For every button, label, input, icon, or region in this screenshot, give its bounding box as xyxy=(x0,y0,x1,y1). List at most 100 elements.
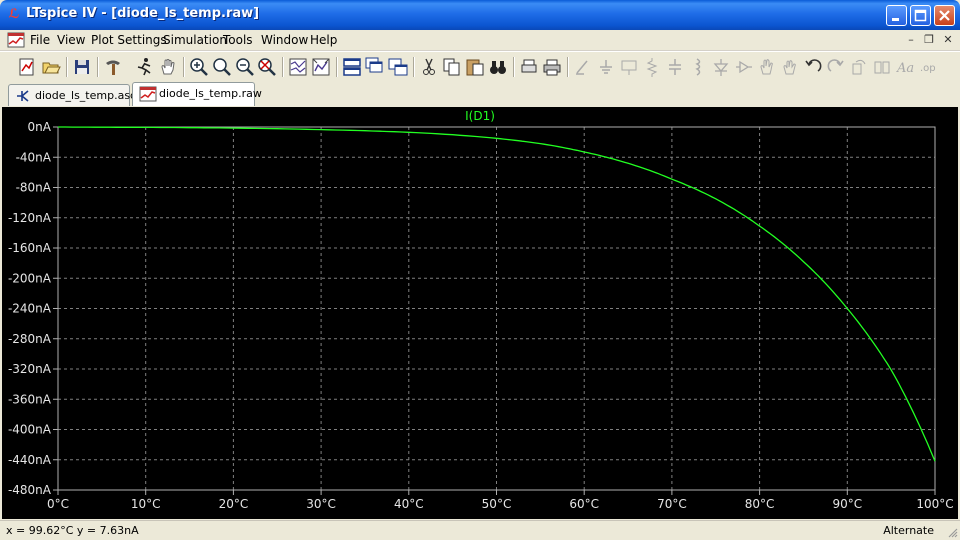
tile-vertical-icon[interactable] xyxy=(387,56,409,78)
y-tick-label: -320nA xyxy=(8,362,52,376)
trace-label[interactable]: I(D1) xyxy=(2,109,958,123)
y-tick-label: -360nA xyxy=(8,392,52,406)
close-button[interactable] xyxy=(934,5,955,26)
label-net-icon[interactable] xyxy=(618,56,640,78)
y-tick-label: -200nA xyxy=(8,271,52,285)
minimize-button[interactable] xyxy=(886,5,907,26)
mdi-minimize-button[interactable]: – xyxy=(904,33,918,47)
menu-bar: File View Plot Settings Simulation Tools… xyxy=(0,30,960,51)
menu-tools[interactable]: Tools xyxy=(223,33,253,47)
rotate-icon[interactable] xyxy=(848,56,870,78)
schematic-icon xyxy=(17,90,29,102)
x-tick-label: 60°C xyxy=(569,497,599,511)
drag-hand-icon[interactable] xyxy=(779,56,801,78)
ltspice-logo-icon: ℒ xyxy=(8,7,20,22)
zoom-area-icon[interactable] xyxy=(211,56,233,78)
find-binoculars-icon[interactable] xyxy=(487,56,509,78)
open-folder-icon[interactable] xyxy=(40,56,62,78)
toolbar-separator xyxy=(513,57,515,77)
status-mode: Alternate xyxy=(883,524,934,537)
diode-icon[interactable] xyxy=(710,56,732,78)
tab-waveform[interactable]: diode_ls_temp.raw xyxy=(132,82,262,106)
menu-view[interactable]: View xyxy=(57,33,85,47)
x-tick-label: 70°C xyxy=(657,497,687,511)
cut-icon[interactable] xyxy=(418,56,440,78)
move-hand-icon[interactable] xyxy=(756,56,778,78)
run-simulation-icon[interactable] xyxy=(133,56,155,78)
y-tick-label: -120nA xyxy=(8,211,52,225)
waveform-doc-icon xyxy=(139,86,157,102)
tab-label: diode_ls_temp.raw xyxy=(159,87,262,100)
toolbar-separator xyxy=(282,57,284,77)
draw-wire-icon[interactable] xyxy=(572,56,594,78)
mirror-icon[interactable] xyxy=(871,56,893,78)
save-icon[interactable] xyxy=(71,56,93,78)
zoom-in-icon[interactable] xyxy=(188,56,210,78)
menu-simulation[interactable]: Simulation xyxy=(163,33,227,47)
print-preview-icon[interactable] xyxy=(518,56,540,78)
y-tick-label: -40nA xyxy=(16,150,52,164)
print-icon[interactable] xyxy=(541,56,563,78)
y-tick-label: -160nA xyxy=(8,241,52,255)
waveform-doc-icon[interactable] xyxy=(7,32,25,48)
x-tick-label: 30°C xyxy=(306,497,336,511)
undo-icon[interactable] xyxy=(802,56,824,78)
waveform-chart[interactable]: 0°C 10°C 20°C 30°C 40°C 50°C 60°C 70°C 80°C 90°C 1… xyxy=(2,107,958,519)
capacitor-icon[interactable] xyxy=(664,56,686,78)
x-tick-label: 80°C xyxy=(745,497,775,511)
zoom-out-icon[interactable] xyxy=(234,56,256,78)
y-tick-label: -480nA xyxy=(8,483,52,497)
x-tick-label: 100°C xyxy=(916,497,953,511)
menu-help[interactable]: Help xyxy=(310,33,337,47)
toolbar-separator xyxy=(183,57,185,77)
x-tick-label: 20°C xyxy=(219,497,249,511)
inductor-icon[interactable] xyxy=(687,56,709,78)
resize-grip-icon[interactable] xyxy=(946,526,958,538)
x-tick-label: 50°C xyxy=(482,497,512,511)
resistor-icon[interactable] xyxy=(641,56,663,78)
status-bar: x = 99.62°C y = 7.63nA Alternate xyxy=(0,520,960,540)
svg-text:Aa: Aa xyxy=(896,61,914,76)
x-tick-label: 40°C xyxy=(394,497,424,511)
component-icon[interactable] xyxy=(733,56,755,78)
x-tick-label: 10°C xyxy=(131,497,161,511)
title-bar: ℒ LTspice IV - [diode_ls_temp.raw] xyxy=(0,0,960,30)
spice-directive-icon[interactable]: .op xyxy=(917,56,939,78)
toolbar-separator xyxy=(66,57,68,77)
y-tick-label: -280nA xyxy=(8,332,52,346)
document-tabs: diode_ls_temp.asc diode_ls_temp.raw xyxy=(0,82,960,106)
cascade-windows-icon[interactable] xyxy=(364,56,386,78)
menu-file[interactable]: File xyxy=(30,33,50,47)
cursor-coordinates: x = 99.62°C y = 7.63nA xyxy=(6,524,139,537)
new-schematic-icon[interactable] xyxy=(16,56,38,78)
x-tick-label: 90°C xyxy=(832,497,862,511)
maximize-button[interactable] xyxy=(910,5,931,26)
mdi-close-button[interactable]: ✕ xyxy=(941,33,955,47)
toolbar: Aa .op xyxy=(0,51,960,83)
ground-icon[interactable] xyxy=(595,56,617,78)
redo-icon[interactable] xyxy=(825,56,847,78)
tab-schematic[interactable]: diode_ls_temp.asc xyxy=(8,84,136,106)
svg-text:.op: .op xyxy=(920,63,936,74)
toolbar-separator xyxy=(336,57,338,77)
y-tick-label: -440nA xyxy=(8,453,52,467)
control-panel-hammer-icon[interactable] xyxy=(102,56,124,78)
x-tick-label: 0°C xyxy=(47,497,69,511)
mdi-restore-button[interactable]: ❐ xyxy=(922,33,936,47)
pan-hand-icon[interactable] xyxy=(157,56,179,78)
tile-horizontal-icon[interactable] xyxy=(341,56,363,78)
menu-plot-settings[interactable]: Plot Settings xyxy=(91,33,167,47)
text-icon[interactable]: Aa xyxy=(894,56,916,78)
toolbar-separator xyxy=(413,57,415,77)
plot-settings-icon[interactable] xyxy=(310,56,332,78)
menu-window[interactable]: Window xyxy=(261,33,308,47)
waveform-plot-pane[interactable]: 0°C 10°C 20°C 30°C 40°C 50°C 60°C 70°C 80°C 90°C 1… xyxy=(2,107,958,519)
window-title: LTspice IV - [diode_ls_temp.raw] xyxy=(26,6,260,21)
zoom-fit-icon[interactable] xyxy=(256,56,278,78)
autorange-icon[interactable] xyxy=(287,56,309,78)
copy-icon[interactable] xyxy=(441,56,463,78)
toolbar-separator xyxy=(97,57,99,77)
y-tick-label: -240nA xyxy=(8,302,52,316)
toolbar-separator xyxy=(567,57,569,77)
paste-icon[interactable] xyxy=(464,56,486,78)
